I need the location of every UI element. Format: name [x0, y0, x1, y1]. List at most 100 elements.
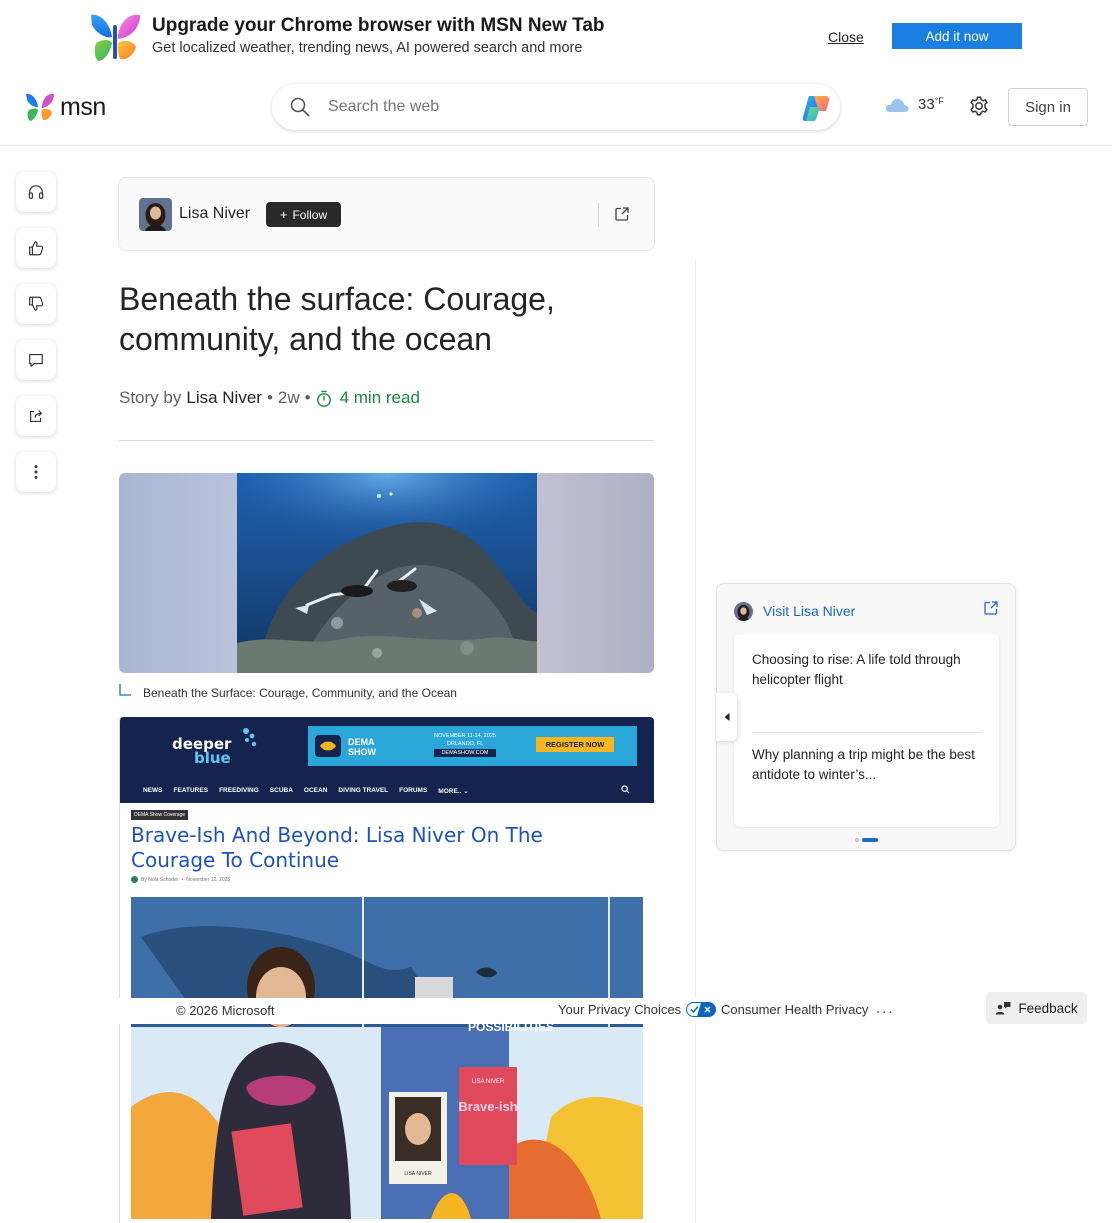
- msn-butterfly-icon: [91, 14, 140, 61]
- thumbs-down-icon: [29, 296, 44, 311]
- privacy-label: Your Privacy Choices: [558, 1002, 682, 1017]
- headphones-icon: [28, 185, 44, 199]
- site-nav-item: MORE.. ⌄: [438, 788, 469, 795]
- weather-widget[interactable]: 33°F: [884, 96, 944, 113]
- author-avatar: [734, 602, 753, 621]
- divider: [119, 440, 654, 441]
- widget-story-item[interactable]: Why planning a trip might be the best an…: [752, 745, 982, 785]
- site-search-icon: [621, 785, 630, 794]
- promo-banner: Upgrade your Chrome browser with MSN New…: [0, 0, 1112, 74]
- copilot-icon[interactable]: [800, 93, 832, 123]
- feedback-icon: [995, 1002, 1011, 1015]
- settings-gear-icon[interactable]: [968, 95, 990, 117]
- share-button[interactable]: [16, 396, 56, 436]
- site-headline: Brave-Ish And Beyond: Lisa Niver On The …: [131, 823, 543, 872]
- more-vertical-icon: [34, 465, 38, 479]
- promo-close-link[interactable]: Close: [828, 29, 864, 45]
- ad-brand: DEMA SHOW: [348, 737, 376, 757]
- site-nav-item: DIVING TRAVEL: [338, 787, 389, 794]
- weather-temperature: 33°F: [918, 96, 944, 113]
- author-widget: Visit Lisa Niver Choosing to rise: A lif…: [716, 583, 1016, 851]
- carousel-dot[interactable]: [855, 838, 859, 842]
- article-headline: Beneath the surface: Courage, community,…: [119, 281, 555, 357]
- ad-dates: NOVEMBER 11-14, 2025 ORLANDO, FL DEMASHO…: [434, 733, 496, 757]
- separator-dot: •: [304, 388, 311, 407]
- caret-left-icon: [724, 713, 729, 721]
- search-icon: [290, 97, 310, 117]
- footer-more-button[interactable]: ...: [876, 1000, 895, 1017]
- promo-title: Upgrade your Chrome browser with MSN New…: [152, 15, 605, 36]
- plus-icon: +: [279, 207, 288, 222]
- privacy-toggle-icon: [686, 1002, 717, 1017]
- site-nav-item: SCUBA: [269, 787, 293, 794]
- read-time: 4 min read: [316, 388, 420, 408]
- divider: [598, 203, 599, 227]
- feedback-label: Feedback: [1018, 1000, 1078, 1016]
- open-external-icon[interactable]: [983, 600, 999, 616]
- like-button[interactable]: [16, 228, 56, 268]
- search-box[interactable]: [272, 84, 840, 130]
- carousel-dot-active[interactable]: [862, 838, 878, 842]
- listen-button[interactable]: [16, 172, 56, 212]
- footer: © 2026 Microsoft Your Privacy Choices Co…: [118, 998, 898, 1024]
- follow-label: Follow: [292, 207, 328, 222]
- lisa-niver-photo: POSSIBILITIES LISA NIVER LISA NIVER Brav…: [131, 897, 643, 1219]
- comments-button[interactable]: [16, 340, 56, 380]
- hero-caption: Beneath the Surface: Courage, Community,…: [119, 684, 457, 700]
- caption-text: Beneath the Surface: Courage, Community,…: [143, 686, 457, 700]
- feedback-button[interactable]: Feedback: [986, 992, 1087, 1024]
- hero-image[interactable]: [119, 473, 654, 673]
- msn-wordmark: msn: [60, 92, 106, 121]
- site-nav-item: NEWS: [143, 787, 163, 794]
- sign-in-button[interactable]: Sign in: [1008, 88, 1088, 126]
- column-divider: [695, 260, 696, 1223]
- follow-button[interactable]: + Follow: [266, 202, 341, 227]
- msn-butterfly-icon: [26, 93, 54, 121]
- byline-author[interactable]: Lisa Niver: [186, 388, 262, 408]
- site-tag: DEMA Show Coverage: [131, 810, 189, 820]
- site-author-avatar: [131, 876, 138, 883]
- deeperblue-logo: deeper blue: [172, 735, 232, 767]
- privacy-choices-link[interactable]: Your Privacy Choices: [558, 1002, 717, 1017]
- article-byline: Story by Lisa Niver • 2w • 4 min read: [119, 388, 420, 408]
- site-nav: NEWS FEATURES FREEDIVING SCUBA OCEAN DIV…: [143, 787, 469, 795]
- cloud-icon: [885, 98, 909, 112]
- comment-icon: [29, 354, 43, 367]
- byline-prefix: Story by: [119, 388, 182, 407]
- carousel-indicator[interactable]: [855, 838, 878, 842]
- author-card: Lisa Niver + Follow: [118, 177, 655, 251]
- consumer-health-privacy-link[interactable]: Consumer Health Privacy: [721, 1002, 868, 1017]
- hero-photo-diver: [237, 473, 537, 673]
- site-nav-item: FREEDIVING: [219, 787, 259, 794]
- widget-story-item[interactable]: Choosing to rise: A life told through he…: [752, 650, 982, 690]
- promo-subtitle: Get localized weather, trending news, AI…: [152, 40, 583, 56]
- copyright: © 2026 Microsoft: [176, 1003, 275, 1018]
- site-nav-item: FORUMS: [399, 787, 428, 794]
- article-age: 2w: [277, 388, 300, 407]
- site-byline: By Nola Schoder • November 12, 2025: [131, 876, 230, 883]
- book-author-name: LISA NIVER: [404, 1171, 432, 1177]
- read-time-label: 4 min read: [339, 388, 420, 407]
- divider: [752, 732, 982, 733]
- book-author-name: LISA NIVER: [472, 1079, 505, 1085]
- msn-logo[interactable]: msn: [24, 91, 106, 123]
- bubbles-icon: [243, 728, 257, 747]
- timer-icon: [316, 390, 331, 407]
- ad-register-now: REGISTER NOW: [536, 737, 614, 752]
- thumbs-up-icon: [29, 241, 44, 256]
- widget-story-list: Choosing to rise: A life told through he…: [734, 634, 999, 827]
- site-nav-item: OCEAN: [303, 787, 328, 794]
- more-options-button[interactable]: [16, 452, 56, 492]
- author-name[interactable]: Lisa Niver: [179, 205, 250, 223]
- add-it-now-button[interactable]: Add it now: [892, 23, 1022, 49]
- author-avatar[interactable]: [139, 198, 172, 231]
- open-external-icon[interactable]: [614, 206, 630, 222]
- dislike-button[interactable]: [16, 284, 56, 324]
- separator-dot: •: [266, 388, 273, 407]
- visit-author-link[interactable]: Visit Lisa Niver: [763, 603, 855, 619]
- book-title: Brave-ish: [458, 1099, 517, 1114]
- embedded-article-screenshot[interactable]: deeper blue DEMA SHOW NOVEMBER 11-14, 202…: [119, 717, 654, 1223]
- share-icon: [30, 410, 42, 422]
- collapse-widget-button[interactable]: [716, 693, 737, 741]
- search-input[interactable]: [328, 84, 788, 130]
